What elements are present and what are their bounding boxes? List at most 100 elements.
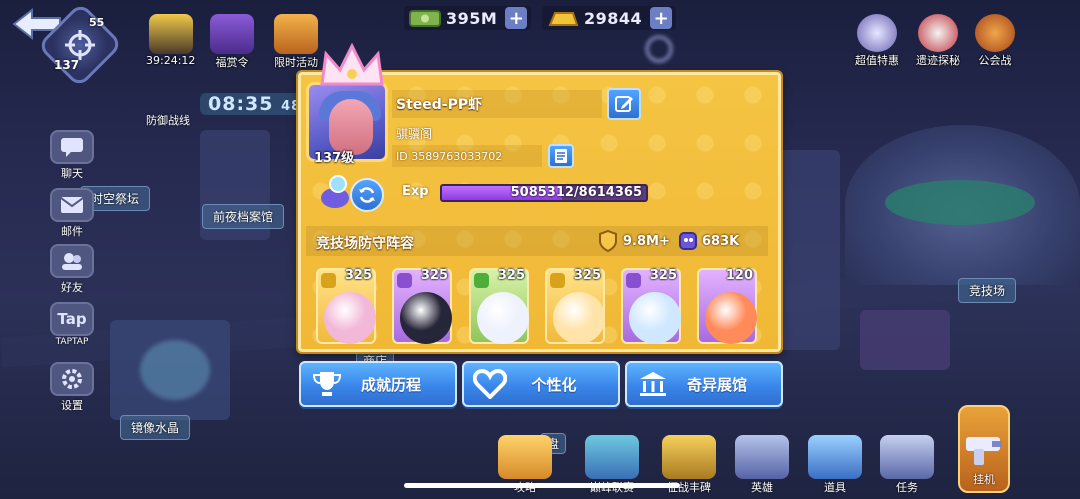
- hero-portrait: [553, 292, 605, 344]
- purple-box-icon: [210, 14, 254, 54]
- hero-portrait: [477, 292, 529, 344]
- gift-icon: [274, 14, 318, 54]
- pet-power-icon: [679, 232, 697, 250]
- idle-button[interactable]: 挂机: [958, 405, 1010, 493]
- hero-level: 325: [344, 268, 372, 283]
- add-cash-button[interactable]: +: [505, 7, 528, 29]
- swap-button[interactable]: [350, 178, 384, 212]
- mail-icon: [50, 188, 94, 222]
- player-name: Steed-PP虾: [396, 97, 483, 113]
- skull-icon: [918, 14, 958, 52]
- chat-icon: [50, 130, 94, 164]
- friends-button[interactable]: 好友: [50, 244, 94, 295]
- hero-card[interactable]: 120: [697, 268, 757, 344]
- avatar-level: 137级: [314, 151, 355, 166]
- mail-button[interactable]: 邮件: [50, 188, 94, 239]
- special-offer-label: 超值特惠: [855, 54, 899, 67]
- personalize-label: 个性化: [531, 375, 577, 394]
- guild-war-button[interactable]: 公会战: [975, 14, 1015, 68]
- cash-counter: 395M +: [404, 6, 532, 30]
- guild-war-label: 公会战: [978, 54, 1012, 67]
- map-label-eve-archive[interactable]: 前夜档案馆: [202, 204, 285, 229]
- moon: [646, 36, 672, 62]
- hero-label: 英雄: [751, 481, 773, 494]
- name-bar: Steed-PP虾: [392, 90, 602, 118]
- hero-level: 120: [725, 268, 753, 283]
- idle-gun-icon: [966, 437, 1002, 465]
- gold-counter: 29844 +: [542, 6, 677, 30]
- edit-pencil-icon: [615, 96, 633, 112]
- hero-card[interactable]: 325: [545, 268, 605, 344]
- building: [860, 310, 950, 370]
- refresh-icon: [359, 187, 375, 203]
- hero-card[interactable]: 325: [621, 268, 681, 344]
- copy-id-button[interactable]: [548, 144, 574, 168]
- personalize-button[interactable]: 个性化: [462, 361, 620, 407]
- hero-portrait: [400, 292, 452, 344]
- tasks-button[interactable]: 任务: [880, 435, 934, 495]
- cash-value: 395M: [446, 8, 498, 28]
- arena-stadium[interactable]: [845, 125, 1080, 285]
- hero-level: 325: [420, 268, 448, 283]
- tasks-icon: [880, 435, 934, 479]
- hero-type-icon: [550, 273, 565, 288]
- friends-label: 好友: [61, 281, 83, 294]
- settings-label: 设置: [61, 399, 83, 412]
- mail-label: 邮件: [61, 225, 83, 238]
- friends-icon: [50, 244, 94, 278]
- defense-power: 9.8M+: [623, 234, 670, 249]
- achievements-label: 成就历程: [360, 375, 421, 394]
- hero-portrait: [705, 292, 757, 344]
- hero-level: 325: [573, 268, 601, 283]
- tasks-label: 任务: [896, 481, 918, 494]
- limited-event-button[interactable]: 限时活动: [274, 14, 318, 70]
- special-offer-button[interactable]: 超值特惠: [855, 14, 899, 68]
- chest-timer-button[interactable]: 39:24:12: [146, 14, 195, 67]
- player-level-small: 55: [89, 16, 105, 29]
- chat-label: 聊天: [61, 167, 83, 180]
- guide-icon: [498, 435, 552, 479]
- crown-icon: [320, 42, 384, 86]
- special-offer-icon: [857, 14, 897, 52]
- taptap-label: TAPTAP: [55, 337, 89, 347]
- player-id: ID 3589763033702: [396, 149, 503, 163]
- id-bar: ID 3589763033702: [392, 145, 542, 167]
- reward-pass-button[interactable]: 福赏令: [210, 14, 254, 70]
- hero-type-icon: [397, 273, 412, 288]
- hero-type-icon: [626, 273, 641, 288]
- limited-event-label: 限时活动: [274, 56, 318, 69]
- hero-portrait: [629, 292, 681, 344]
- gold-value: 29844: [584, 8, 643, 28]
- guild-name[interactable]: 骐骥阁: [396, 125, 432, 142]
- defense-line-label[interactable]: 防御战线: [146, 112, 190, 128]
- timer-main: 08:35: [208, 93, 274, 115]
- items-button[interactable]: 道具: [808, 435, 862, 495]
- achievements-button[interactable]: 成就历程: [299, 361, 457, 407]
- hero-card[interactable]: 325: [316, 268, 376, 344]
- map-label-mirror-crystal[interactable]: 镜像水晶: [120, 415, 191, 440]
- defense-power-plus: +: [658, 234, 670, 249]
- edit-name-button[interactable]: [607, 88, 641, 120]
- hero-button[interactable]: 英雄: [735, 435, 789, 495]
- home-indicator[interactable]: [404, 483, 680, 488]
- museum-label: 奇异展馆: [686, 375, 747, 394]
- chat-button[interactable]: 聊天: [50, 130, 94, 181]
- hero-card[interactable]: 325: [469, 268, 529, 344]
- museum-button[interactable]: 奇异展馆: [625, 361, 783, 407]
- taptap-button[interactable]: Tap TAPTAP: [50, 302, 94, 347]
- hero-card[interactable]: 325: [392, 268, 452, 344]
- ruins-explore-button[interactable]: 遗迹探秘: [916, 14, 960, 68]
- defense-lineup-title: 竞技场防守阵容: [316, 236, 414, 252]
- hero-type-icon: [474, 273, 489, 288]
- guild-war-icon: [975, 14, 1015, 52]
- add-gold-button[interactable]: +: [650, 7, 673, 29]
- event-timer: 08:35 48: [200, 93, 310, 115]
- gold-bar-icon: [548, 12, 579, 26]
- map-label-arena[interactable]: 竞技场: [958, 278, 1017, 303]
- cash-icon: [409, 10, 441, 27]
- items-icon: [808, 435, 862, 479]
- monument-icon: [662, 435, 716, 479]
- taptap-icon: Tap: [50, 302, 94, 336]
- settings-button[interactable]: 设置: [50, 362, 94, 413]
- exp-value: 5085312/8614365: [510, 185, 642, 200]
